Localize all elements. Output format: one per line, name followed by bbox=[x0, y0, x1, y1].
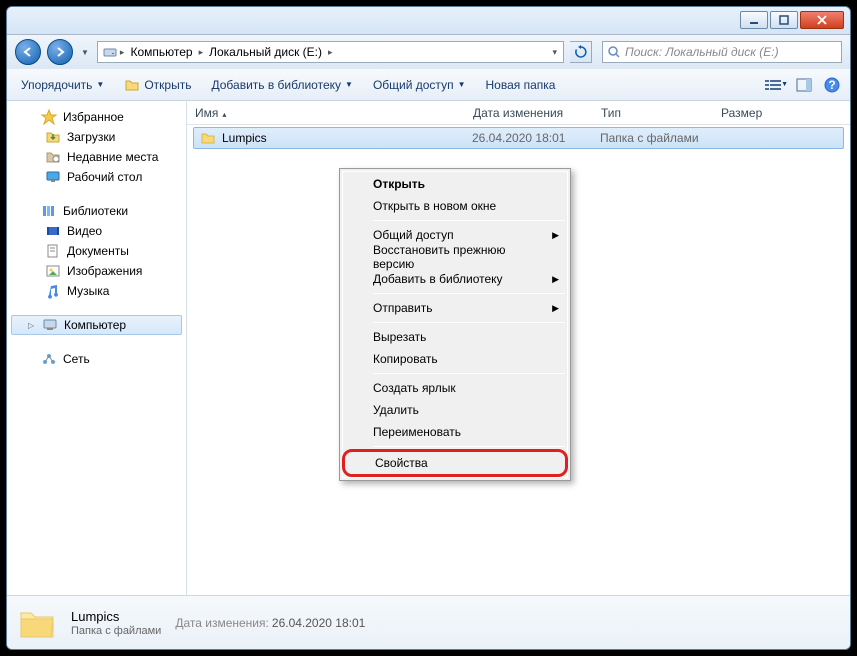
share-button[interactable]: Общий доступ▼ bbox=[365, 74, 474, 96]
column-date[interactable]: Дата изменения bbox=[465, 106, 593, 120]
navbar: ▼ ▸ Компьютер ▸ Локальный диск (E:) ▸ ▾ … bbox=[7, 35, 850, 69]
menu-create-shortcut[interactable]: Создать ярлык bbox=[343, 377, 567, 399]
sidebar-recent[interactable]: Недавние места bbox=[7, 147, 186, 167]
view-options-button[interactable]: ▼ bbox=[764, 73, 788, 97]
sidebar-computer[interactable]: ▷Компьютер bbox=[11, 315, 182, 335]
menu-separator bbox=[373, 373, 565, 374]
computer-icon bbox=[42, 317, 58, 333]
details-name: Lumpics bbox=[71, 609, 161, 624]
file-name: Lumpics bbox=[222, 131, 267, 145]
column-type[interactable]: Тип bbox=[593, 106, 713, 120]
forward-button[interactable] bbox=[47, 39, 73, 65]
context-menu: Открыть Открыть в новом окне Общий досту… bbox=[339, 168, 571, 481]
menu-send-to[interactable]: Отправить▶ bbox=[343, 297, 567, 319]
file-row[interactable]: Lumpics 26.04.2020 18:01 Папка с файлами bbox=[193, 127, 844, 149]
chevron-right-icon[interactable]: ▸ bbox=[118, 47, 127, 58]
desktop-icon bbox=[45, 169, 61, 185]
menu-rename[interactable]: Переименовать bbox=[343, 421, 567, 443]
maximize-button[interactable] bbox=[770, 11, 798, 29]
menu-properties[interactable]: Свойства bbox=[342, 449, 568, 477]
menu-open-new-window[interactable]: Открыть в новом окне bbox=[343, 195, 567, 217]
video-icon bbox=[45, 223, 61, 239]
preview-pane-button[interactable] bbox=[792, 73, 816, 97]
disk-icon bbox=[102, 44, 118, 60]
sort-asc-icon: ▴ bbox=[222, 110, 226, 119]
folder-icon bbox=[200, 130, 216, 146]
details-type: Папка с файлами bbox=[71, 625, 161, 637]
chevron-down-icon[interactable]: ▾ bbox=[550, 47, 559, 58]
network-icon bbox=[41, 351, 57, 367]
documents-icon bbox=[45, 243, 61, 259]
breadcrumb-disk[interactable]: Локальный диск (E:) bbox=[205, 45, 326, 59]
recent-icon bbox=[45, 149, 61, 165]
libraries-icon bbox=[41, 203, 57, 219]
organize-button[interactable]: Упорядочить▼ bbox=[13, 74, 112, 96]
file-type: Папка с файлами bbox=[594, 131, 734, 145]
search-icon bbox=[607, 45, 621, 59]
minimize-button[interactable] bbox=[740, 11, 768, 29]
search-input[interactable]: Поиск: Локальный диск (E:) bbox=[602, 41, 842, 63]
new-folder-button[interactable]: Новая папка bbox=[477, 74, 563, 96]
menu-open[interactable]: Открыть bbox=[343, 173, 567, 195]
menu-restore-version[interactable]: Восстановить прежнюю версию bbox=[343, 246, 567, 268]
titlebar bbox=[7, 7, 850, 35]
menu-delete[interactable]: Удалить bbox=[343, 399, 567, 421]
column-headers: Имя▴ Дата изменения Тип Размер bbox=[187, 101, 850, 125]
sidebar-network[interactable]: Сеть bbox=[7, 349, 186, 369]
menu-separator bbox=[373, 446, 565, 447]
sidebar-images[interactable]: Изображения bbox=[7, 261, 186, 281]
toolbar: Упорядочить▼ Открыть Добавить в библиоте… bbox=[7, 69, 850, 101]
breadcrumb-computer[interactable]: Компьютер bbox=[126, 45, 196, 59]
chevron-right-icon: ▶ bbox=[552, 303, 559, 314]
chevron-right-icon: ▶ bbox=[552, 274, 559, 285]
menu-cut[interactable]: Вырезать bbox=[343, 326, 567, 348]
chevron-right-icon[interactable]: ▸ bbox=[197, 47, 206, 58]
chevron-right-icon[interactable]: ▸ bbox=[326, 47, 335, 58]
sidebar-libraries[interactable]: Библиотеки bbox=[7, 201, 186, 221]
menu-add-to-library[interactable]: Добавить в библиотеку▶ bbox=[343, 268, 567, 290]
explorer-window: ▼ ▸ Компьютер ▸ Локальный диск (E:) ▸ ▾ … bbox=[0, 0, 857, 656]
details-date: Дата изменения: 26.04.2020 18:01 bbox=[175, 616, 365, 630]
details-pane: Lumpics Папка с файлами Дата изменения: … bbox=[7, 595, 850, 649]
sidebar: Избранное Загрузки Недавние места Рабочи… bbox=[7, 101, 187, 595]
close-button[interactable] bbox=[800, 11, 844, 29]
help-button[interactable]: ? bbox=[820, 73, 844, 97]
music-icon bbox=[45, 283, 61, 299]
svg-text:?: ? bbox=[828, 78, 835, 92]
sidebar-documents[interactable]: Документы bbox=[7, 241, 186, 261]
open-button[interactable]: Открыть bbox=[116, 73, 199, 97]
nav-history-dropdown[interactable]: ▼ bbox=[79, 48, 91, 57]
downloads-icon bbox=[45, 129, 61, 145]
column-name[interactable]: Имя▴ bbox=[187, 106, 465, 120]
menu-separator bbox=[373, 220, 565, 221]
back-button[interactable] bbox=[15, 39, 41, 65]
sidebar-favorites[interactable]: Избранное bbox=[7, 107, 186, 127]
menu-copy[interactable]: Копировать bbox=[343, 348, 567, 370]
folder-open-icon bbox=[124, 77, 140, 93]
add-to-library-button[interactable]: Добавить в библиотеку▼ bbox=[203, 74, 360, 96]
search-placeholder: Поиск: Локальный диск (E:) bbox=[625, 45, 779, 59]
folder-icon bbox=[17, 603, 57, 643]
menu-separator bbox=[373, 293, 565, 294]
sidebar-downloads[interactable]: Загрузки bbox=[7, 127, 186, 147]
chevron-right-icon: ▶ bbox=[552, 230, 559, 241]
menu-separator bbox=[373, 322, 565, 323]
breadcrumb[interactable]: ▸ Компьютер ▸ Локальный диск (E:) ▸ ▾ bbox=[97, 41, 564, 63]
refresh-button[interactable] bbox=[570, 41, 592, 63]
sidebar-video[interactable]: Видео bbox=[7, 221, 186, 241]
sidebar-music[interactable]: Музыка bbox=[7, 281, 186, 301]
star-icon bbox=[41, 109, 57, 125]
file-date: 26.04.2020 18:01 bbox=[466, 131, 594, 145]
images-icon bbox=[45, 263, 61, 279]
sidebar-desktop[interactable]: Рабочий стол bbox=[7, 167, 186, 187]
column-size[interactable]: Размер bbox=[713, 106, 793, 120]
